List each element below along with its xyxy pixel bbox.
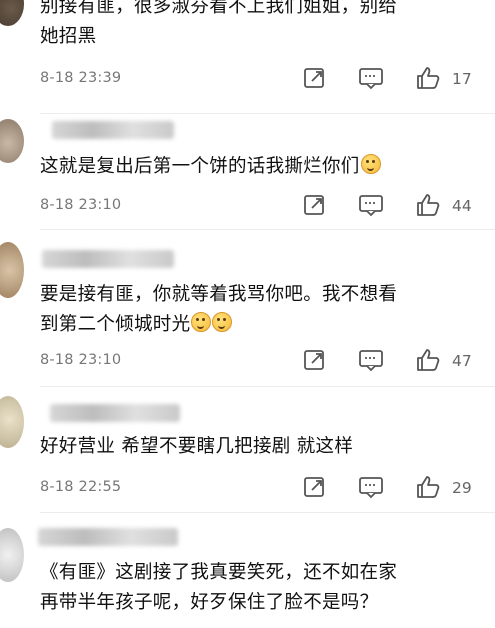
comment-text-line: 到第二个倾城时光 bbox=[40, 314, 191, 335]
comment-icon[interactable] bbox=[358, 475, 384, 499]
avatar[interactable] bbox=[0, 119, 24, 163]
comment-meta: 8-18 23:10 47 bbox=[40, 348, 495, 374]
timestamp: 8-18 22:55 bbox=[40, 479, 122, 495]
like-count: 47 bbox=[452, 352, 472, 370]
grinning-emoji-icon bbox=[212, 312, 233, 332]
timestamp: 8-18 23:10 bbox=[40, 197, 122, 213]
grinning-emoji-icon bbox=[360, 154, 381, 174]
avatar[interactable] bbox=[0, 396, 24, 448]
share-icon[interactable] bbox=[302, 348, 328, 372]
share-icon[interactable] bbox=[302, 66, 328, 90]
comment-text-line: 这就是复出后第一个饼的话我撕烂你们 bbox=[40, 156, 360, 177]
like-icon[interactable] bbox=[415, 66, 441, 90]
username-redacted bbox=[42, 250, 174, 268]
comment-meta: 8-18 23:10 44 bbox=[40, 193, 495, 219]
comment-icon[interactable] bbox=[358, 193, 384, 217]
comment-text: 这就是复出后第一个饼的话我撕烂你们 bbox=[40, 152, 481, 182]
divider bbox=[40, 386, 495, 387]
comment-text: 好好营业 希望不要瞎几把接剧 就这样 bbox=[40, 432, 481, 462]
username-redacted bbox=[50, 404, 180, 422]
timestamp: 8-18 23:10 bbox=[40, 352, 122, 368]
comment-item: 《有匪》这剧接了我真要笑死，还不如在家 再带半年孩子呢，好歹保住了脸不是吗？ bbox=[0, 514, 495, 628]
like-count: 17 bbox=[452, 70, 472, 88]
like-count: 29 bbox=[452, 479, 472, 497]
like-icon[interactable] bbox=[415, 348, 441, 372]
comment-text: 别接有匪，很多淑芬看不上我们姐姐，别给 她招黑 bbox=[40, 0, 481, 52]
comment-text-line: 好好营业 希望不要瞎几把接剧 就这样 bbox=[40, 436, 354, 457]
comment-icon[interactable] bbox=[358, 348, 384, 372]
avatar[interactable] bbox=[0, 242, 24, 298]
timestamp: 8-18 23:39 bbox=[40, 70, 122, 86]
username-redacted bbox=[52, 121, 174, 139]
comment-text-line: 再带半年孩子呢，好歹保住了脸不是吗？ bbox=[40, 592, 379, 613]
like-icon[interactable] bbox=[415, 193, 441, 217]
comment-item: 好好营业 希望不要瞎几把接剧 就这样 8-18 22:55 29 bbox=[0, 388, 495, 513]
comment-item: 这就是复出后第一个饼的话我撕烂你们 8-18 23:10 44 bbox=[0, 114, 495, 230]
comment-meta: 8-18 23:39 17 bbox=[40, 66, 495, 92]
divider bbox=[40, 512, 495, 513]
avatar[interactable] bbox=[0, 528, 24, 582]
share-icon[interactable] bbox=[302, 475, 328, 499]
comment-item: 要是接有匪，你就等着我骂你吧。我不想看 到第二个倾城时光 8-18 23:10 … bbox=[0, 230, 495, 380]
avatar[interactable] bbox=[0, 0, 24, 26]
comment-icon[interactable] bbox=[358, 66, 384, 90]
username-redacted bbox=[38, 528, 178, 546]
like-count: 44 bbox=[452, 197, 472, 215]
comment-text-line: 《有匪》这剧接了我真要笑死，还不如在家 bbox=[40, 562, 398, 583]
comment-text: 《有匪》这剧接了我真要笑死，还不如在家 再带半年孩子呢，好歹保住了脸不是吗？ bbox=[40, 558, 481, 618]
comment-text-line: 她招黑 bbox=[40, 26, 97, 47]
comment-text: 要是接有匪，你就等着我骂你吧。我不想看 到第二个倾城时光 bbox=[40, 280, 481, 340]
comment-text-line: 要是接有匪，你就等着我骂你吧。我不想看 bbox=[40, 284, 398, 305]
share-icon[interactable] bbox=[302, 193, 328, 217]
comment-text-line: 别接有匪，很多淑芬看不上我们姐姐，别给 bbox=[40, 0, 398, 17]
like-icon[interactable] bbox=[415, 475, 441, 499]
grinning-emoji-icon bbox=[191, 312, 212, 332]
comment-meta: 8-18 22:55 29 bbox=[40, 475, 495, 501]
comment-item: 别接有匪，很多淑芬看不上我们姐姐，别给 她招黑 8-18 23:39 17 bbox=[0, 0, 495, 115]
